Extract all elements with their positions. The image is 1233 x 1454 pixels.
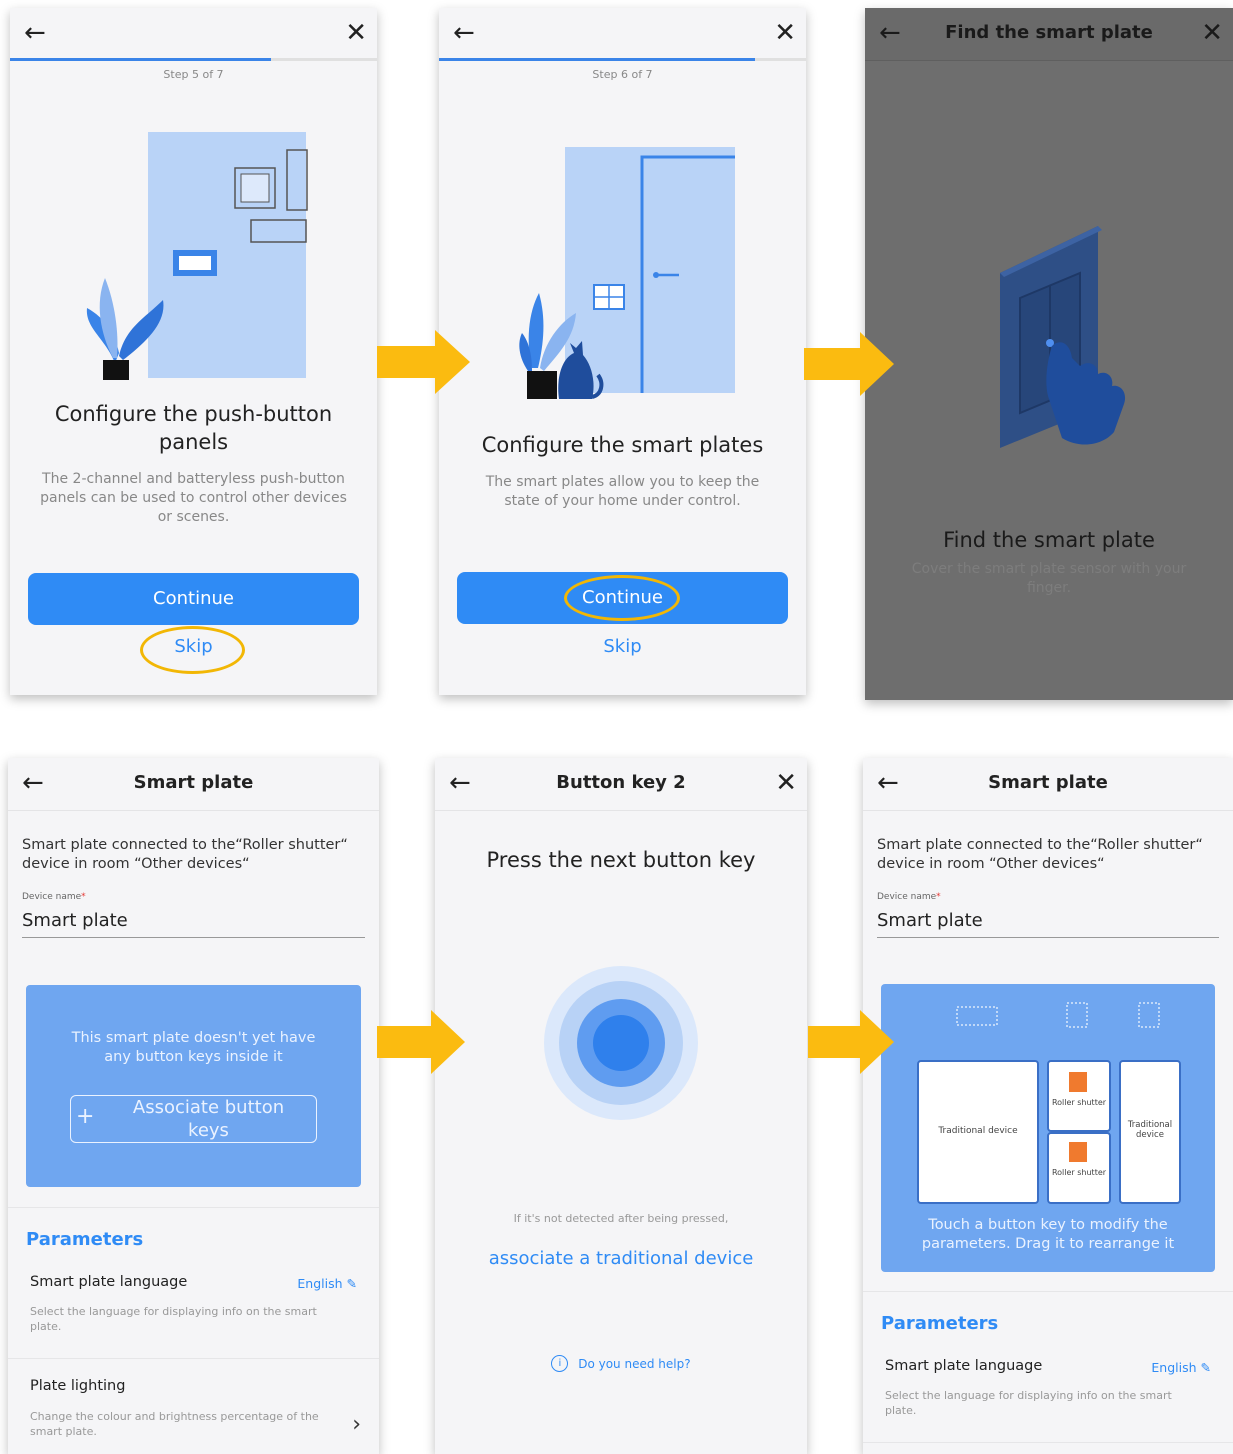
top-bar: ← Button key 2 ✕: [435, 758, 807, 811]
top-bar: ← Find the smart plate ✕: [865, 8, 1233, 61]
device-name-input[interactable]: Smart plate: [877, 910, 1219, 938]
smart-plate-illustration: [519, 147, 735, 399]
top-bar: ← ✕: [10, 8, 377, 61]
detection-hint: If it's not detected after being pressed…: [513, 1212, 729, 1225]
push-button-illustration: [86, 132, 308, 380]
screen-smart-plates: ← ✕ Step 6 of 7 Configure the smart plat…: [439, 8, 806, 695]
button-keys-card: Traditional device Roller shutter Roller…: [881, 984, 1215, 1272]
progress-bar: [10, 58, 377, 61]
flow-arrow-4: [808, 1010, 894, 1074]
key-traditional-device-right[interactable]: Traditional device: [1119, 1060, 1181, 1204]
associate-button-keys-button[interactable]: + Associate button keys: [70, 1095, 317, 1143]
language-setting-description: Select the language for displaying info …: [885, 1389, 1172, 1417]
continue-button[interactable]: Continue: [28, 573, 359, 625]
page-title: Find the smart plate: [943, 528, 1155, 552]
plate-lighting-description: Change the colour and brightness percent…: [30, 1410, 319, 1438]
top-bar: ← ✕: [439, 8, 806, 61]
close-icon[interactable]: ✕: [775, 768, 797, 798]
back-arrow-icon[interactable]: ←: [453, 18, 475, 48]
screen-smart-plate-configured: ← Smart plate Smart plate connected to t…: [863, 758, 1233, 1454]
touch-hint: Touch a button key to modify the paramet…: [921, 1217, 1175, 1252]
flow-arrow-1: [377, 330, 470, 394]
screen-smart-plate-empty: ← Smart plate Smart plate connected to t…: [8, 758, 379, 1454]
key-roller-shutter-bottom[interactable]: Roller shutter: [1047, 1132, 1111, 1204]
skip-highlight-circle: [140, 626, 245, 674]
progress-bar: [439, 58, 806, 61]
page-title: Configure the push-button panels: [54, 402, 333, 454]
language-setting-value[interactable]: English ✎: [297, 1276, 357, 1291]
page-description: The 2-channel and batteryless push-butto…: [40, 471, 347, 525]
language-setting-value[interactable]: English ✎: [1151, 1360, 1211, 1375]
chevron-right-icon[interactable]: ›: [352, 1412, 361, 1437]
connection-info: Smart plate connected to the“Roller shut…: [877, 837, 1203, 872]
roller-shutter-icon: [1069, 1142, 1087, 1162]
screen-find-smart-plate: ← Find the smart plate ✕ Find the smart …: [865, 8, 1233, 700]
step-indicator: Step 5 of 7: [163, 68, 224, 81]
key-traditional-device-left[interactable]: Traditional device: [917, 1060, 1039, 1204]
top-bar-title: Button key 2: [556, 772, 686, 793]
layout-icons: [956, 1002, 1160, 1028]
page-description: Cover the smart plate sensor with your f…: [911, 561, 1187, 596]
pulse-indicator: [544, 966, 698, 1120]
button-keys-card: This smart plate doesn't yet have any bu…: [26, 985, 361, 1187]
language-setting-description: Select the language for displaying info …: [30, 1305, 317, 1333]
close-icon[interactable]: ✕: [345, 18, 367, 48]
close-icon[interactable]: ✕: [1201, 18, 1223, 48]
roller-shutter-icon: [1069, 1072, 1087, 1092]
key-roller-shutter-top[interactable]: Roller shutter: [1047, 1060, 1111, 1132]
device-name-label: Device name*: [22, 892, 86, 902]
connection-info: Smart plate connected to the“Roller shut…: [22, 837, 348, 872]
help-link[interactable]: i Do you need help?: [435, 1355, 807, 1372]
close-icon[interactable]: ✕: [774, 18, 796, 48]
top-bar-title: Smart plate: [988, 772, 1108, 793]
top-bar-title: Smart plate: [133, 772, 254, 793]
top-bar: ← Smart plate: [8, 758, 379, 811]
language-setting-title[interactable]: Smart plate language: [30, 1274, 187, 1290]
step-indicator: Step 6 of 7: [592, 68, 653, 81]
screen-push-button-panels: ← ✕ Step 5 of 7 Configure the push-butto…: [10, 8, 377, 695]
empty-state-text: This smart plate doesn't yet have any bu…: [71, 1030, 316, 1065]
edit-icon: ✎: [1200, 1360, 1211, 1375]
device-name-input[interactable]: Smart plate: [22, 910, 365, 938]
info-icon: i: [551, 1355, 569, 1372]
flow-arrow-2: [804, 332, 894, 396]
back-arrow-icon[interactable]: ←: [24, 18, 46, 48]
device-name-label: Device name*: [877, 892, 941, 902]
skip-link[interactable]: Skip: [439, 636, 806, 657]
flow-arrow-3: [377, 1010, 465, 1074]
associate-traditional-device-link[interactable]: associate a traditional device: [435, 1248, 807, 1269]
page-title: Press the next button key: [486, 848, 756, 872]
plus-icon: +: [76, 1104, 95, 1129]
back-arrow-icon[interactable]: ←: [879, 18, 901, 48]
parameters-title: Parameters: [881, 1313, 999, 1334]
back-arrow-icon[interactable]: ←: [877, 768, 899, 798]
page-title: Configure the smart plates: [481, 433, 764, 457]
hand-icon: [1000, 226, 1126, 448]
parameters-title: Parameters: [26, 1229, 144, 1250]
language-setting-title[interactable]: Smart plate language: [885, 1358, 1042, 1374]
edit-icon: ✎: [346, 1276, 357, 1291]
top-bar: ← Smart plate: [863, 758, 1233, 811]
top-bar-title: Find the smart plate: [945, 22, 1153, 43]
back-arrow-icon[interactable]: ←: [449, 768, 471, 798]
screen-press-button-key: ← Button key 2 ✕ Press the next button k…: [435, 758, 807, 1454]
continue-highlight-circle: [564, 575, 680, 621]
plate-lighting-title[interactable]: Plate lighting: [30, 1378, 125, 1394]
back-arrow-icon[interactable]: ←: [22, 768, 44, 798]
page-description: The smart plates allow you to keep the s…: [485, 474, 760, 509]
